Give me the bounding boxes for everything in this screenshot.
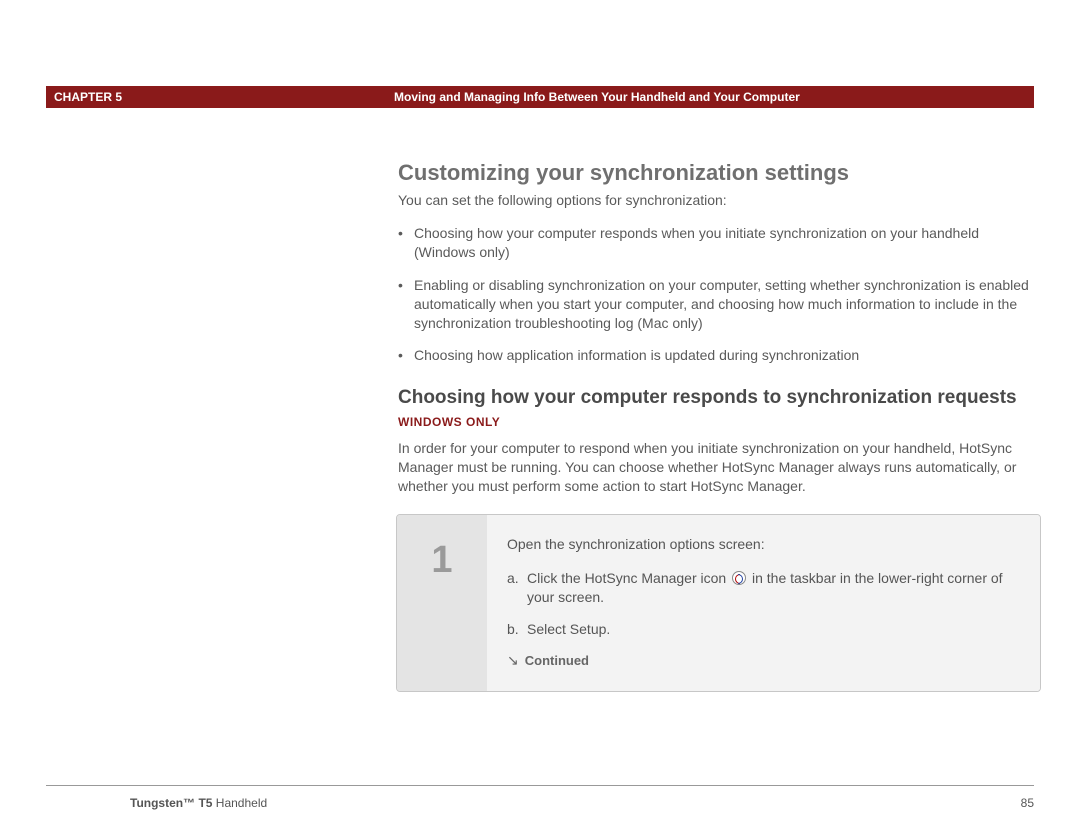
step-number: 1 — [431, 539, 452, 582]
product-rest: Handheld — [212, 796, 267, 810]
subsection-paragraph: In order for your computer to respond wh… — [398, 439, 1038, 496]
platform-badge: WINDOWS ONLY — [398, 415, 1038, 429]
substep-b: b. Select Setup. — [507, 620, 1022, 640]
main-content: Customizing your synchronization setting… — [398, 160, 1038, 692]
step-number-panel: 1 — [397, 515, 487, 691]
chapter-label: CHAPTER 5 — [54, 90, 394, 104]
bullet-text: Enabling or disabling synchronization on… — [414, 276, 1038, 333]
substep-label: b. — [507, 620, 527, 640]
bullet-item: • Choosing how your computer responds wh… — [398, 224, 1038, 262]
bullet-list: • Choosing how your computer responds wh… — [398, 224, 1038, 365]
bullet-text: Choosing how application information is … — [414, 346, 859, 365]
continued-label: Continued — [525, 652, 589, 670]
continued-arrow-icon: ↘ — [507, 651, 519, 671]
step-box: 1 Open the synchronization options scree… — [396, 514, 1041, 692]
substep-text: Click the HotSync Manager icon in the ta… — [527, 569, 1022, 608]
substep-text: Select Setup. — [527, 620, 1022, 640]
subsection-heading: Choosing how your computer responds to s… — [398, 387, 1038, 409]
hotsync-icon — [732, 571, 746, 585]
substep-a-pre: Click the HotSync Manager icon — [527, 570, 726, 586]
product-bold: Tungsten™ T5 — [130, 796, 212, 810]
substep-label: a. — [507, 569, 527, 608]
section-heading: Customizing your synchronization setting… — [398, 160, 1038, 186]
chapter-header: CHAPTER 5 Moving and Managing Info Betwe… — [46, 86, 1034, 108]
section-intro: You can set the following options for sy… — [398, 192, 1038, 208]
bullet-item: • Choosing how application information i… — [398, 346, 1038, 365]
page-number: 85 — [1021, 796, 1034, 810]
product-name: Tungsten™ T5 Handheld — [130, 796, 267, 810]
bullet-dot-icon: • — [398, 276, 414, 333]
substep-a: a. Click the HotSync Manager icon in the… — [507, 569, 1022, 608]
step-title: Open the synchronization options screen: — [507, 535, 1022, 555]
bullet-item: • Enabling or disabling synchronization … — [398, 276, 1038, 333]
bullet-text: Choosing how your computer responds when… — [414, 224, 1038, 262]
footer-rule — [46, 785, 1034, 786]
bullet-dot-icon: • — [398, 224, 414, 262]
bullet-dot-icon: • — [398, 346, 414, 365]
step-body: Open the synchronization options screen:… — [487, 515, 1040, 691]
chapter-title: Moving and Managing Info Between Your Ha… — [394, 90, 1026, 104]
page-footer: Tungsten™ T5 Handheld 85 — [130, 796, 1034, 810]
continued-row: ↘ Continued — [507, 651, 1022, 671]
